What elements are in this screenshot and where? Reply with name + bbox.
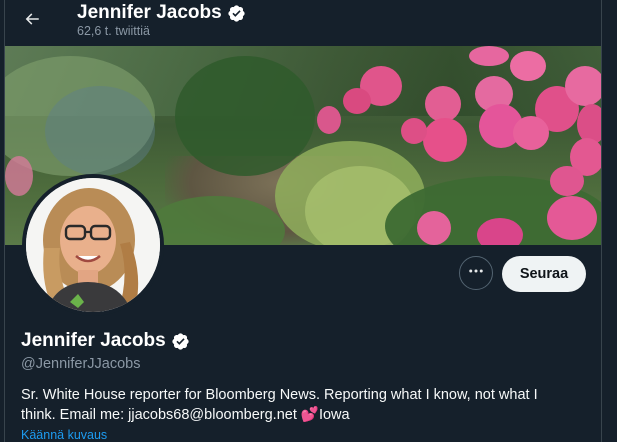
profile-column: Jennifer Jacobs 62,6 t. twiittiä Seuraa … <box>4 0 602 442</box>
header-title: Jennifer Jacobs <box>77 2 246 24</box>
more-options-button[interactable] <box>459 256 493 290</box>
profile-name: Jennifer Jacobs <box>21 330 166 351</box>
verified-badge-icon <box>227 4 246 23</box>
avatar-photo <box>26 178 160 312</box>
bio-line-1: Sr. White House reporter for Bloomberg N… <box>21 387 538 403</box>
more-horizontal-icon <box>467 262 485 285</box>
header-name: Jennifer Jacobs <box>77 2 222 23</box>
avatar[interactable] <box>22 174 164 316</box>
bio-line-2: think. Email me: jjacobs68@bloomberg.net… <box>21 405 591 425</box>
profile-name-row: Jennifer Jacobs <box>21 330 190 352</box>
verified-badge-icon <box>171 332 190 351</box>
hearts-emoji-icon: 💕 <box>300 407 319 423</box>
follow-button[interactable]: Seuraa <box>502 256 586 292</box>
back-button[interactable] <box>15 4 49 38</box>
translate-bio-link[interactable]: Käännä kuvaus <box>21 428 107 442</box>
profile-handle: @JenniferJJacobs <box>21 356 141 372</box>
bio-location: Iowa <box>318 407 350 423</box>
back-arrow-icon <box>23 10 41 33</box>
profile-header: Jennifer Jacobs 62,6 t. twiittiä <box>5 0 601 46</box>
tweet-count: 62,6 t. twiittiä <box>77 24 150 38</box>
bio-email-text: think. Email me: jjacobs68@bloomberg.net <box>21 407 297 423</box>
profile-bio: Sr. White House reporter for Bloomberg N… <box>21 385 591 425</box>
